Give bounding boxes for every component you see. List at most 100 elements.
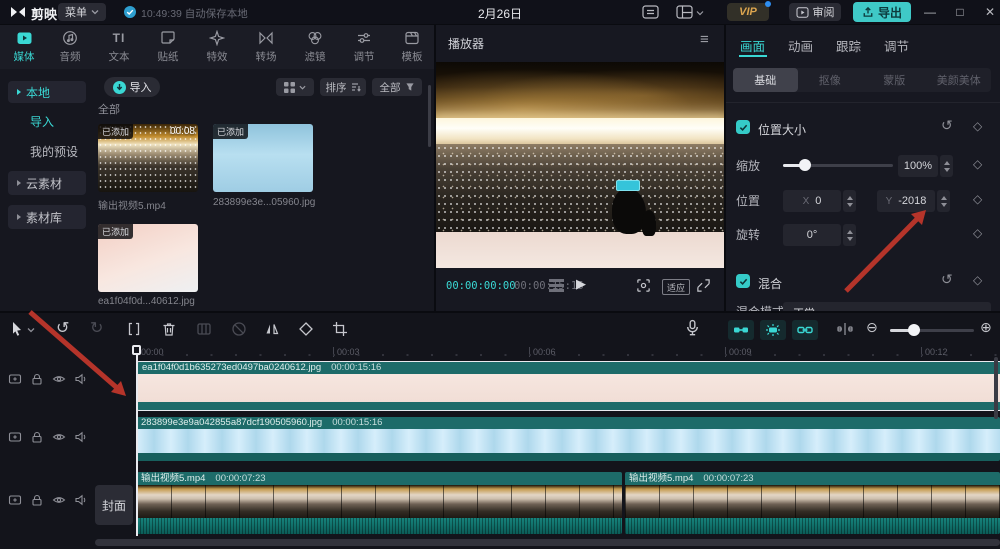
tab-tracking[interactable]: 跟踪: [836, 36, 861, 55]
overlay-track-icon[interactable]: [8, 430, 22, 444]
disabled-tool-icon[interactable]: [231, 321, 247, 337]
microphone-icon[interactable]: [684, 319, 701, 337]
rotate-icon[interactable]: [298, 321, 314, 337]
rotation-field[interactable]: 0°: [783, 224, 841, 246]
window-maximize-button[interactable]: □: [952, 4, 968, 20]
main-track-magnet-toggle[interactable]: [728, 320, 754, 340]
hide-track-icon[interactable]: [52, 430, 66, 444]
auto-snap-toggle[interactable]: [760, 320, 786, 340]
blend-mode-select[interactable]: 正常: [783, 302, 991, 311]
position-y-field[interactable]: Y -2018: [877, 190, 935, 212]
overlay-track-icon[interactable]: [8, 493, 22, 507]
import-media-button[interactable]: 导入: [104, 77, 160, 97]
tab-text[interactable]: TI 文本: [95, 25, 143, 69]
timeline-clip-blue-image[interactable]: 283899e3e9a042855a87dcf190505960.jpg 00:0…: [137, 417, 1000, 461]
mirror-icon[interactable]: [264, 321, 280, 337]
preview-axis-icon[interactable]: [836, 322, 854, 336]
filter-button[interactable]: 全部: [372, 78, 422, 96]
keyframe-diamond-icon[interactable]: ◇: [973, 226, 982, 240]
timeline-clip-pink-image[interactable]: ea1f04f0d1b635273ed0497ba0240612.jpg 00:0…: [137, 361, 1000, 411]
sort-button[interactable]: 排序: [320, 78, 366, 96]
window-close-button[interactable]: ✕: [982, 4, 998, 20]
blend-checkbox[interactable]: [736, 274, 750, 288]
keyframe-diamond-icon[interactable]: ◇: [973, 273, 982, 287]
scale-value-field[interactable]: 100%: [898, 155, 938, 177]
video-preview[interactable]: [436, 62, 724, 268]
hide-track-icon[interactable]: [52, 372, 66, 386]
mute-track-icon[interactable]: [74, 372, 88, 386]
position-x-stepper[interactable]: [843, 190, 856, 212]
lock-icon[interactable]: [30, 372, 44, 386]
mute-track-icon[interactable]: [74, 430, 88, 444]
keyframe-diamond-icon[interactable]: ◇: [973, 192, 982, 206]
keyframe-diamond-icon[interactable]: ◇: [973, 119, 982, 133]
media-item-image-blue[interactable]: 已添加: [213, 124, 313, 192]
tab-audio[interactable]: 音频: [46, 25, 94, 69]
crop-icon[interactable]: [332, 321, 348, 337]
timeline-clip-video-1[interactable]: 输出视频5.mp4 00:00:07:23: [137, 472, 622, 534]
media-item-image-pink[interactable]: 已添加: [98, 224, 198, 292]
zoom-in-icon[interactable]: ⊕: [980, 319, 992, 336]
cover-button[interactable]: 封面: [95, 485, 133, 525]
scale-stepper[interactable]: [940, 155, 953, 177]
tab-adjust[interactable]: 调节: [340, 25, 388, 69]
timeline-vertical-scrollbar[interactable]: [994, 357, 998, 419]
tab-effects[interactable]: 特效: [193, 25, 241, 69]
zoom-out-icon[interactable]: ⊖: [866, 319, 878, 336]
fullscreen-icon[interactable]: [696, 278, 711, 293]
tab-templates[interactable]: 模板: [388, 25, 434, 69]
position-size-checkbox[interactable]: [736, 120, 750, 134]
undo-icon[interactable]: ↺: [56, 318, 69, 338]
tab-transitions[interactable]: 转场: [242, 25, 290, 69]
play-button[interactable]: ▶: [576, 276, 586, 292]
tab-filters[interactable]: 滤镜: [291, 25, 339, 69]
redo-icon[interactable]: ↻: [90, 318, 103, 338]
review-button[interactable]: 审阅: [789, 3, 841, 21]
lock-icon[interactable]: [30, 493, 44, 507]
tab-media[interactable]: 媒体: [0, 25, 48, 69]
select-tool-icon[interactable]: [9, 321, 25, 337]
scale-slider-handle[interactable]: [799, 159, 811, 171]
rotation-stepper[interactable]: [843, 224, 856, 246]
playhead-handle[interactable]: [132, 345, 141, 355]
sidebar-item-library[interactable]: 素材库: [8, 205, 86, 229]
vip-button[interactable]: VIP: [727, 1, 771, 21]
view-mode-button[interactable]: [276, 78, 314, 96]
hide-track-icon[interactable]: [52, 493, 66, 507]
subtab-cutout[interactable]: 抠像: [798, 68, 863, 92]
layout-chevron-icon[interactable]: [696, 9, 704, 17]
select-tool-chevron-icon[interactable]: [27, 326, 35, 334]
tab-animation[interactable]: 动画: [788, 36, 813, 55]
subtab-basic[interactable]: 基础: [733, 68, 798, 92]
menu-button[interactable]: 菜单: [58, 3, 106, 21]
tab-canvas[interactable]: 画面: [740, 36, 765, 55]
sidebar-item-cloud[interactable]: 云素材: [8, 171, 86, 195]
notes-panel-icon[interactable]: [642, 5, 659, 19]
sidebar-item-local[interactable]: 本地: [8, 81, 86, 103]
reset-icon[interactable]: ↺: [941, 272, 953, 286]
player-menu-icon[interactable]: ≡: [700, 31, 709, 48]
keyframe-diamond-icon[interactable]: ◇: [973, 157, 982, 171]
position-x-field[interactable]: X 0: [783, 190, 841, 212]
sidebar-item-my-presets[interactable]: 我的预设: [30, 143, 78, 160]
delete-icon[interactable]: [161, 321, 177, 337]
frame-view-icon[interactable]: [549, 279, 564, 292]
playhead-line[interactable]: [136, 346, 138, 536]
fit-button[interactable]: 适应: [662, 279, 690, 295]
tab-adjustment[interactable]: 调节: [884, 36, 909, 55]
media-item-video[interactable]: 已添加 00:08: [98, 124, 198, 192]
timeline-zoom-handle[interactable]: [908, 324, 920, 336]
reset-icon[interactable]: ↺: [941, 118, 953, 132]
timeline-clip-video-2[interactable]: 输出视频5.mp4 00:00:07:23: [625, 472, 1000, 534]
tab-stickers[interactable]: 贴纸: [144, 25, 192, 69]
subtab-beauty[interactable]: 美颜美体: [927, 68, 992, 92]
split-icon[interactable]: [126, 321, 142, 337]
layout-switch-icon[interactable]: [676, 5, 693, 19]
linkage-toggle[interactable]: [792, 320, 818, 340]
export-button[interactable]: 导出: [853, 2, 911, 22]
lock-icon[interactable]: [30, 430, 44, 444]
media-scrollbar[interactable]: [428, 85, 431, 147]
mute-track-icon[interactable]: [74, 493, 88, 507]
timeline-horizontal-scrollbar[interactable]: [95, 539, 1000, 546]
overlay-track-icon[interactable]: [8, 372, 22, 386]
